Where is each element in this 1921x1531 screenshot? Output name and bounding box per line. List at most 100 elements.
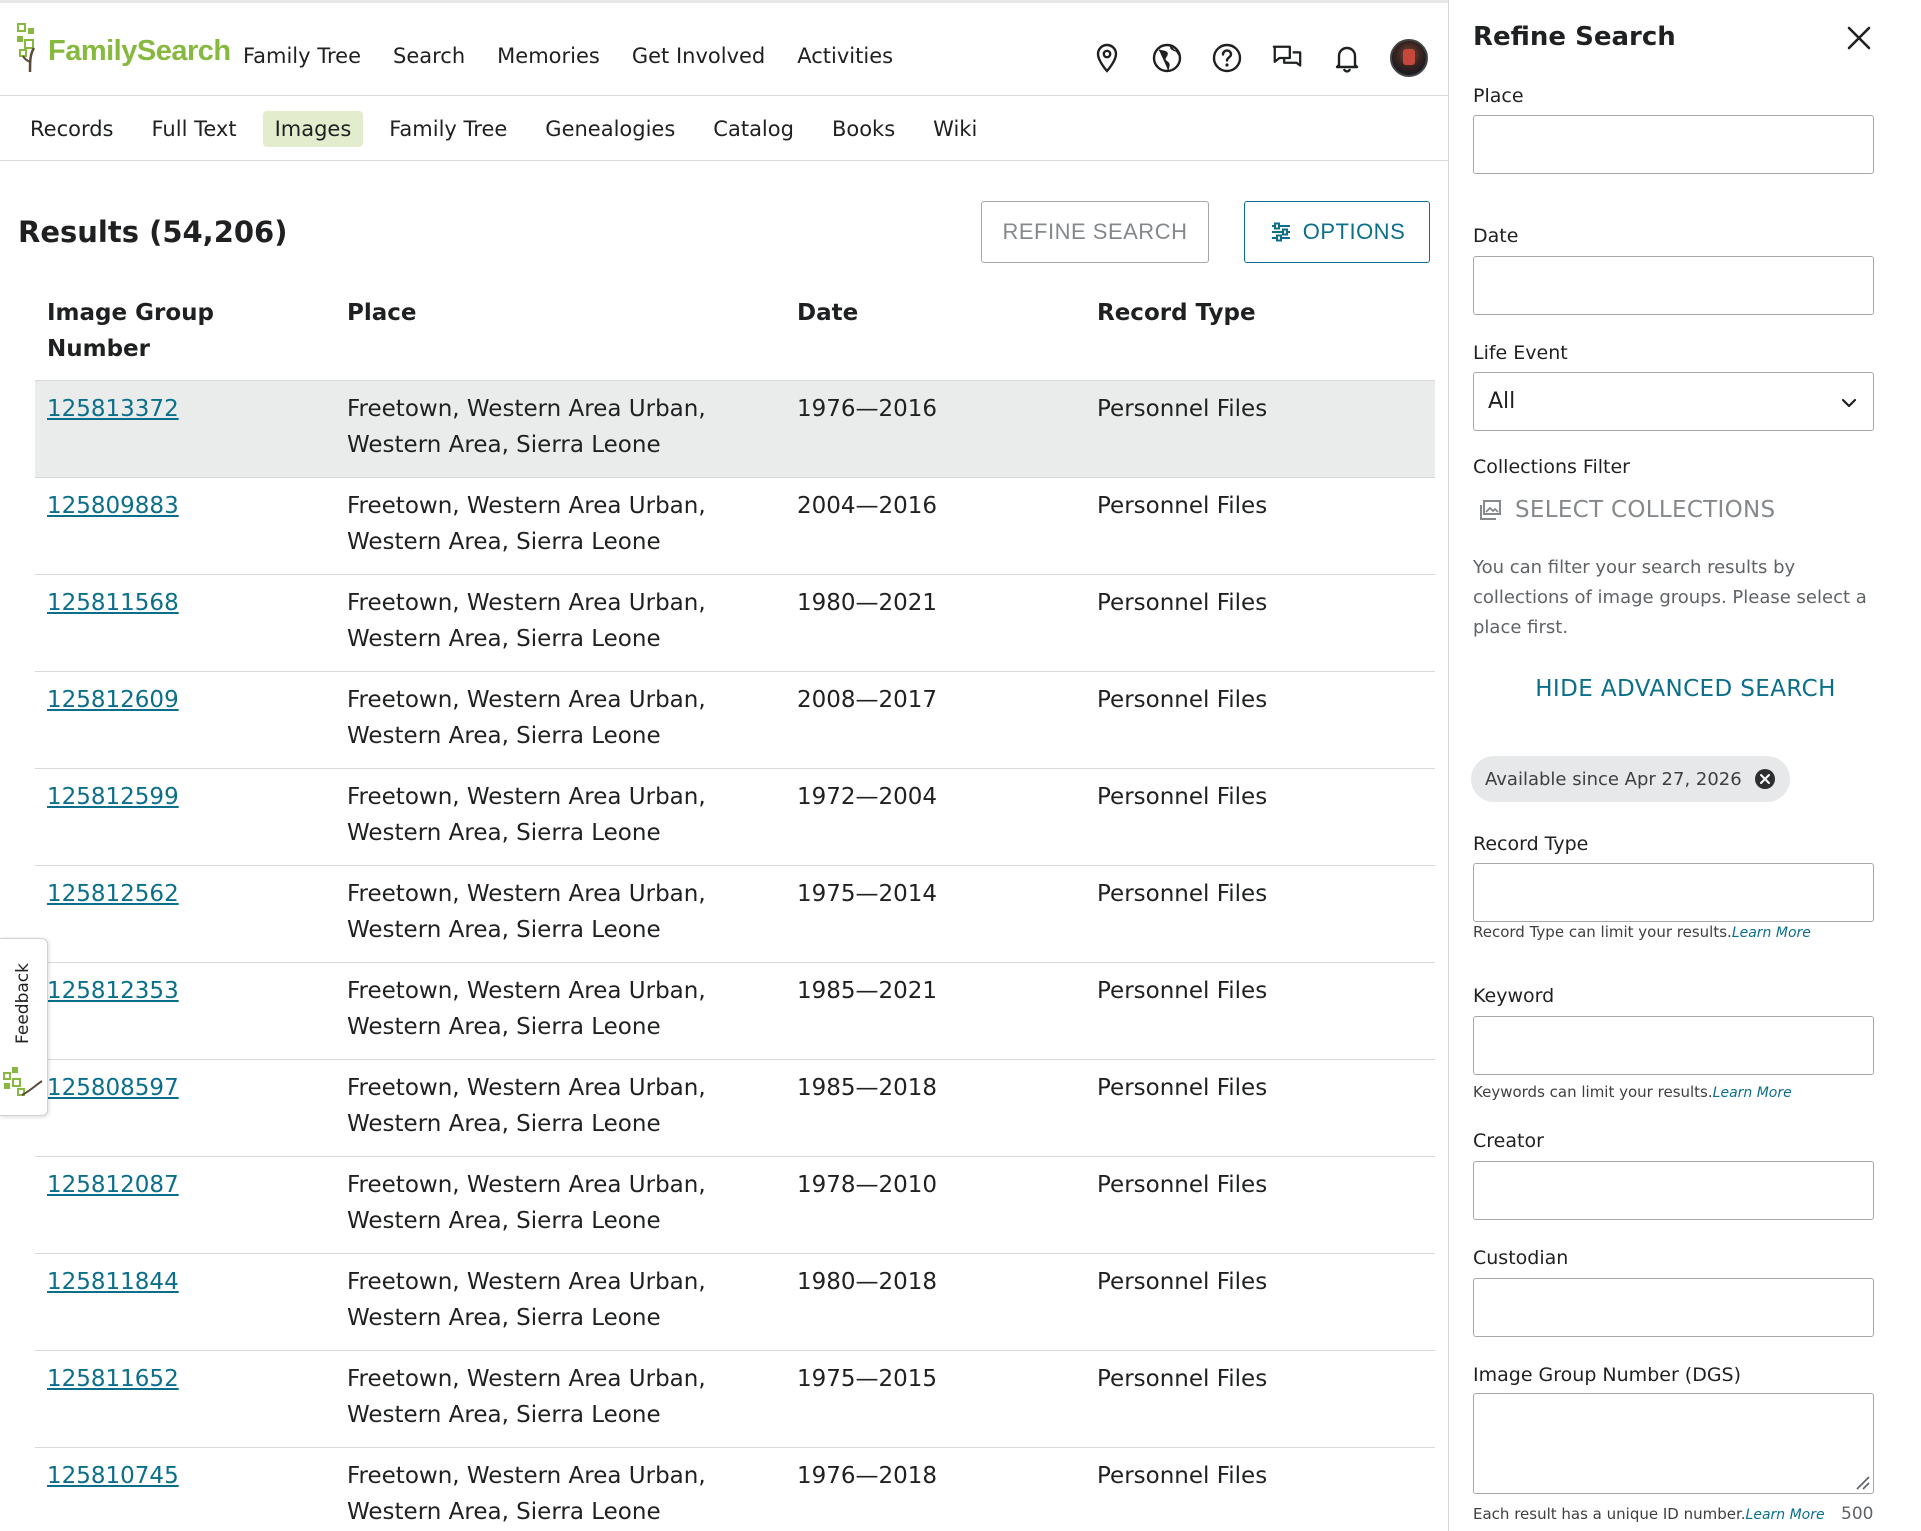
results-title: Results (54,206) — [18, 215, 288, 249]
table-row[interactable]: 125811568 Freetown, Western Area Urban, W… — [35, 574, 1435, 672]
date-input[interactable] — [1473, 256, 1874, 315]
image-group-link[interactable]: 125808597 — [47, 1075, 179, 1101]
tab-records[interactable]: Records — [18, 111, 126, 147]
table-row[interactable]: 125811844 Freetown, Western Area Urban, W… — [35, 1253, 1435, 1351]
cell-place: Freetown, Western Area Urban, Western Ar… — [335, 1059, 785, 1157]
record-type-learn-more-link[interactable]: Learn More — [1732, 925, 1811, 941]
life-event-select[interactable]: All — [1473, 372, 1874, 431]
options-button[interactable]: OPTIONS — [1244, 201, 1430, 263]
cell-place: Freetown, Western Area Urban, Western Ar… — [335, 1253, 785, 1351]
nav-activities[interactable]: Activities — [797, 44, 893, 68]
location-pin-icon[interactable] — [1090, 41, 1124, 75]
keyword-input[interactable] — [1473, 1016, 1874, 1075]
tab-full-text[interactable]: Full Text — [140, 111, 249, 147]
image-group-link[interactable]: 125812609 — [47, 687, 179, 713]
cell-place: Freetown, Western Area Urban, Western Ar… — [335, 768, 785, 866]
bell-icon[interactable] — [1330, 41, 1364, 75]
cell-date: 1978—2010 — [785, 1156, 1085, 1254]
keyword-help-text: Keywords can limit your results. — [1473, 1083, 1713, 1101]
nav-get-involved[interactable]: Get Involved — [632, 44, 765, 68]
record-type-input[interactable] — [1473, 863, 1874, 922]
feedback-tree-icon — [3, 1067, 43, 1096]
cell-record-type: Personnel Files — [1085, 1447, 1435, 1531]
image-group-link[interactable]: 125812087 — [47, 1172, 179, 1198]
cell-image-group-number: 125811844 — [35, 1253, 335, 1351]
cell-date: 1976—2016 — [785, 380, 1085, 478]
image-group-link[interactable]: 125812562 — [47, 881, 179, 907]
table-row[interactable]: 125813372 Freetown, Western Area Urban, W… — [35, 380, 1435, 478]
cell-place: Freetown, Western Area Urban, Western Ar… — [335, 1156, 785, 1254]
cell-place: Freetown, Western Area Urban, Western Ar… — [335, 1447, 785, 1531]
chat-icon[interactable] — [1270, 41, 1304, 75]
cell-record-type: Personnel Files — [1085, 1253, 1435, 1351]
feedback-tab[interactable]: Feedback — [0, 938, 48, 1116]
column-header-image-group-number[interactable]: Image Group Number — [35, 283, 335, 381]
table-row[interactable]: 125812562 Freetown, Western Area Urban, W… — [35, 865, 1435, 963]
image-group-link[interactable]: 125811652 — [47, 1366, 179, 1392]
dgs-learn-more-link[interactable]: Learn More — [1746, 1507, 1825, 1523]
nav-family-tree[interactable]: Family Tree — [243, 44, 361, 68]
close-icon[interactable] — [1841, 20, 1877, 56]
dgs-help-text: Each result has a unique ID number. — [1473, 1505, 1746, 1523]
help-icon[interactable] — [1210, 41, 1244, 75]
image-group-link[interactable]: 125813372 — [47, 396, 179, 422]
nav-memories[interactable]: Memories — [497, 44, 600, 68]
keyword-learn-more-link[interactable]: Learn More — [1713, 1085, 1792, 1101]
tab-images[interactable]: Images — [262, 111, 364, 147]
table-row[interactable]: 125812599 Freetown, Western Area Urban, W… — [35, 768, 1435, 866]
dgs-textarea[interactable] — [1473, 1393, 1874, 1494]
feedback-label: Feedback — [13, 963, 33, 1044]
image-group-link[interactable]: 125809883 — [47, 493, 179, 519]
results-body: 125813372 Freetown, Western Area Urban, W… — [35, 380, 1435, 1531]
header-icons — [1090, 39, 1428, 77]
cell-place: Freetown, Western Area Urban, Western Ar… — [335, 671, 785, 769]
column-header-place[interactable]: Place — [335, 283, 785, 381]
cell-date: 2008—2017 — [785, 671, 1085, 769]
table-row[interactable]: 125808597 Freetown, Western Area Urban, W… — [35, 1059, 1435, 1157]
image-group-link[interactable]: 125811568 — [47, 590, 179, 616]
tab-wiki[interactable]: Wiki — [921, 111, 989, 147]
tab-books[interactable]: Books — [820, 111, 907, 147]
table-row[interactable]: 125812087 Freetown, Western Area Urban, W… — [35, 1156, 1435, 1254]
cell-date: 1975—2015 — [785, 1350, 1085, 1448]
custodian-input[interactable] — [1473, 1278, 1874, 1337]
tab-family-tree[interactable]: Family Tree — [377, 111, 519, 147]
dgs-label: Image Group Number (DGS) — [1473, 1364, 1742, 1386]
table-row[interactable]: 125810745 Freetown, Western Area Urban, W… — [35, 1447, 1435, 1531]
tab-genealogies[interactable]: Genealogies — [533, 111, 687, 147]
select-collections-button[interactable]: SELECT COLLECTIONS — [1479, 497, 1775, 523]
remove-chip-icon[interactable] — [1754, 768, 1776, 790]
refine-search-panel: Refine Search Place Date Life Event All … — [1448, 0, 1921, 1531]
table-row[interactable]: 125811652 Freetown, Western Area Urban, W… — [35, 1350, 1435, 1448]
place-input[interactable] — [1473, 115, 1874, 174]
nav-search[interactable]: Search — [393, 44, 465, 68]
table-row[interactable]: 125809883 Freetown, Western Area Urban, W… — [35, 477, 1435, 575]
sliders-icon — [1271, 222, 1290, 242]
cell-image-group-number: 125809883 — [35, 477, 335, 575]
column-header-date[interactable]: Date — [785, 283, 1085, 381]
cell-record-type: Personnel Files — [1085, 574, 1435, 672]
familysearch-logo[interactable]: FamilySearch — [16, 22, 231, 74]
column-header-record-type[interactable]: Record Type — [1085, 283, 1435, 381]
creator-input[interactable] — [1473, 1161, 1874, 1220]
cell-date: 2004—2016 — [785, 477, 1085, 575]
table-row[interactable]: 125812353 Freetown, Western Area Urban, W… — [35, 962, 1435, 1060]
cell-image-group-number: 125811652 — [35, 1350, 335, 1448]
tab-catalog[interactable]: Catalog — [701, 111, 806, 147]
image-group-link[interactable]: 125812353 — [47, 978, 179, 1004]
cell-date: 1985—2018 — [785, 1059, 1085, 1157]
table-row[interactable]: 125812609 Freetown, Western Area Urban, W… — [35, 671, 1435, 769]
collections-icon — [1480, 500, 1501, 520]
image-group-link[interactable]: 125810745 — [47, 1463, 179, 1489]
image-group-link[interactable]: 125812599 — [47, 784, 179, 810]
globe-icon[interactable] — [1150, 41, 1184, 75]
record-type-help: Record Type can limit your results.Learn… — [1473, 923, 1811, 941]
creator-label: Creator — [1473, 1130, 1544, 1152]
keyword-label: Keyword — [1473, 985, 1555, 1007]
hide-advanced-search-link[interactable]: HIDE ADVANCED SEARCH — [1449, 676, 1921, 702]
user-avatar[interactable] — [1390, 39, 1428, 77]
image-group-link[interactable]: 125811844 — [47, 1269, 179, 1295]
refine-search-button[interactable]: REFINE SEARCH — [981, 201, 1209, 263]
cell-place: Freetown, Western Area Urban, Western Ar… — [335, 1350, 785, 1448]
results-table: Image Group Number Place Date Record Typ… — [35, 283, 1435, 1531]
